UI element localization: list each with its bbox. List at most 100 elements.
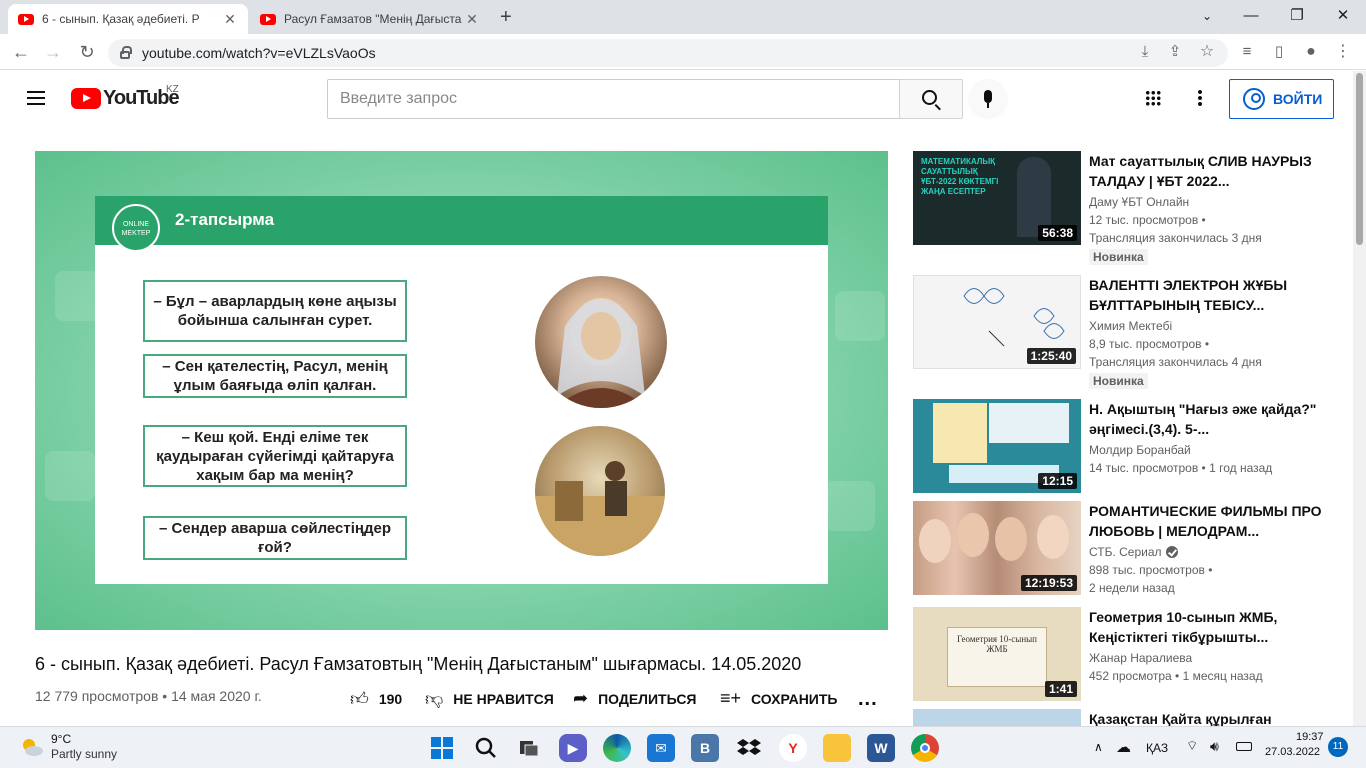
video-thumbnail[interactable] [913, 709, 1081, 726]
vk-icon[interactable]: B [691, 734, 719, 762]
close-tab-icon[interactable]: ✕ [464, 11, 480, 28]
volume-icon[interactable]: 🔊︎ [1210, 738, 1219, 755]
video-meta: 12 779 просмотров • 14 мая 2020 г. [35, 688, 262, 704]
minimize-button[interactable]: — [1228, 4, 1274, 28]
voice-search-button[interactable] [968, 79, 1008, 119]
channel-name[interactable]: Даму ҰБТ Онлайн [1089, 195, 1189, 209]
duration-badge: 12:15 [1038, 473, 1077, 489]
clock-date[interactable]: 27.03.2022 [1265, 746, 1320, 758]
apps-grid-icon[interactable] [1145, 90, 1161, 106]
recommendation-title[interactable]: Қазақстан Қайта құрылған [1089, 709, 1349, 726]
video-thumbnail[interactable]: 12:19:53 [913, 501, 1081, 595]
notification-count-badge[interactable]: 11 [1328, 737, 1348, 757]
bookmark-star-icon[interactable]: ☆ [1196, 41, 1218, 63]
mail-icon[interactable]: ✉ [647, 734, 675, 762]
thumbnail-text: МАТЕМАТИКАЛЫҚ САУАТТЫЛЫҚ ҰБТ-2022 КӨКТЕМ… [921, 157, 999, 196]
chrome-menu-icon[interactable]: ⋮ [1332, 41, 1354, 63]
video-thumbnail[interactable]: 12:15 [913, 399, 1081, 493]
reload-icon[interactable]: ↻ [76, 41, 98, 63]
yandex-browser-icon[interactable]: Y [779, 734, 807, 762]
recommendation-title[interactable]: Геометрия 10-сынып ЖМБ, Кеңістіктегі тік… [1089, 607, 1349, 647]
dislike-button[interactable]: 👎︎ НЕ НРАВИТСЯ [425, 688, 554, 710]
weather-temperature[interactable]: 9°C [51, 732, 71, 746]
save-label: СОХРАНИТЬ [751, 690, 838, 707]
save-button[interactable]: ≡+ СОХРАНИТЬ [720, 688, 837, 709]
file-explorer-icon[interactable] [823, 734, 851, 762]
new-tab-button[interactable]: + [500, 6, 512, 29]
share-icon[interactable]: ⇪ [1164, 41, 1186, 63]
dislike-label: НЕ НРАВИТСЯ [453, 691, 554, 707]
edge-browser-icon[interactable] [603, 734, 631, 762]
more-actions-button[interactable]: ... [858, 688, 878, 711]
video-thumbnail[interactable]: Геометрия 10-сынып ЖМБ 1:41 [913, 607, 1081, 701]
page-scrollbar[interactable] [1353, 71, 1366, 726]
recommendation-item[interactable]: Геометрия 10-сынып ЖМБ 1:41 Геометрия 10… [913, 607, 1353, 703]
input-language[interactable]: ҚАЗ [1146, 741, 1168, 755]
search-input[interactable]: Введите запрос [327, 79, 900, 119]
close-window-button[interactable]: ✕ [1320, 4, 1366, 28]
side-panel-icon[interactable]: ▯ [1268, 41, 1290, 63]
like-button[interactable]: 👍︎ 190 [350, 688, 402, 710]
cloud-sync-icon[interactable]: ☁ [1116, 738, 1131, 756]
channel-name[interactable]: Жанар Наралиева [1089, 651, 1192, 665]
recommendation-item[interactable]: 12:15 Н. Ақыштың "Нағыз әже қайда?" әңгі… [913, 399, 1353, 495]
reading-list-icon[interactable]: ≡ [1236, 41, 1258, 63]
url-bar[interactable]: youtube.com/watch?v=eVLZLsVaoOs [108, 39, 1228, 67]
quote-box: – Кеш қой. Енді еліме тек қаудыраған сүй… [143, 425, 407, 487]
new-badge: Новинка [1089, 373, 1148, 389]
recommendation-title[interactable]: Н. Ақыштың "Нағыз әже қайда?" әңгімесі.(… [1089, 399, 1349, 439]
windows-start-icon[interactable] [428, 734, 456, 762]
recommendation-item[interactable]: 12:19:53 РОМАНТИЧЕСКИЕ ФИЛЬМЫ ПРО ЛЮБОВЬ… [913, 501, 1353, 597]
quote-box: – Бұл – аварлардың көне аңызы бойынша са… [143, 280, 407, 342]
battery-icon[interactable] [1236, 742, 1252, 751]
weather-icon[interactable] [20, 736, 44, 758]
tray-expand-icon[interactable]: ∧ [1094, 740, 1103, 754]
weather-description[interactable]: Partly sunny [51, 747, 117, 761]
tab-title: Расул Ғамзатов "Менің Дағыста [284, 12, 462, 26]
view-count: 12 779 просмотров [35, 688, 159, 704]
recommendation-item[interactable]: МАТЕМАТИКАЛЫҚ САУАТТЫЛЫҚ ҰБТ-2022 КӨКТЕМ… [913, 151, 1353, 265]
recommendation-title[interactable]: РОМАНТИЧЕСКИЕ ФИЛЬМЫ ПРО ЛЮБОВЬ | МЕЛОДР… [1089, 501, 1349, 541]
install-icon[interactable]: ⤓ [1134, 41, 1156, 63]
search-button[interactable] [899, 79, 963, 119]
forward-arrow-icon[interactable]: → [42, 41, 64, 63]
video-thumbnail[interactable]: 1:25:40 [913, 275, 1081, 369]
channel-name[interactable]: СТБ. Сериал [1089, 545, 1178, 559]
maximize-button[interactable]: ❐ [1274, 4, 1320, 28]
stream-status: Трансляция закончилась 3 дня [1089, 231, 1262, 245]
country-code: KZ [166, 84, 179, 95]
tab-search-icon[interactable]: ⌄ [1184, 4, 1230, 28]
recommendation-item[interactable]: Қазақстан Қайта құрылған [913, 709, 1353, 726]
recommendation-item[interactable]: 1:25:40 ВАЛЕНТТІ ЭЛЕКТРОН ЖҰБЫ БҰЛТТАРЫН… [913, 275, 1353, 389]
verified-icon [1165, 546, 1178, 558]
teams-chat-icon[interactable]: ▶ [559, 734, 587, 762]
video-player[interactable]: 2-тапсырма ONLINE MEKTEP – Бұл – аварлар… [35, 151, 888, 630]
duration-badge: 1:41 [1044, 681, 1077, 697]
channel-name[interactable]: Молдир Боранбай [1089, 443, 1191, 457]
video-thumbnail[interactable]: МАТЕМАТИКАЛЫҚ САУАТТЫЛЫҚ ҰБТ-2022 КӨКТЕМ… [913, 151, 1081, 245]
recommendation-title[interactable]: ВАЛЕНТТІ ЭЛЕКТРОН ЖҰБЫ БҰЛТТАРЫНЫҢ ТЕБІС… [1089, 275, 1349, 315]
dropbox-icon[interactable] [735, 734, 763, 762]
tab-inactive[interactable]: Расул Ғамзатов "Менің Дағыста ✕ [250, 4, 490, 34]
menu-icon[interactable] [27, 91, 45, 105]
share-button[interactable]: ➦ ПОДЕЛИТЬСЯ [573, 688, 697, 709]
back-arrow-icon[interactable]: ← [10, 41, 32, 63]
settings-dots-icon[interactable] [1198, 89, 1202, 107]
chrome-icon[interactable] [911, 734, 939, 762]
youtube-logo[interactable]: YouTube [71, 87, 180, 110]
search-icon[interactable] [472, 734, 500, 762]
background-tile [45, 451, 95, 501]
url-text: youtube.com/watch?v=eVLZLsVaoOs [142, 45, 376, 61]
task-view-icon[interactable] [515, 734, 543, 762]
clock-time[interactable]: 19:37 [1296, 731, 1324, 743]
slide-heading: 2-тапсырма [175, 210, 275, 229]
channel-name[interactable]: Химия Мектебі [1089, 319, 1172, 333]
scrollbar-thumb[interactable] [1356, 73, 1363, 245]
tab-active[interactable]: 6 - сынып. Қазақ әдебиеті. Р ✕ [8, 4, 248, 34]
wifi-icon[interactable]: ⌔ [1186, 738, 1198, 754]
sign-in-button[interactable]: ВОЙТИ [1229, 79, 1334, 119]
word-icon[interactable]: W [867, 734, 895, 762]
profile-icon[interactable]: ● [1300, 41, 1322, 63]
recommendation-title[interactable]: Мат сауаттылық СЛИВ НАУРЫЗ ТАЛДАУ | ҰБТ … [1089, 151, 1349, 191]
close-tab-icon[interactable]: ✕ [222, 11, 238, 28]
